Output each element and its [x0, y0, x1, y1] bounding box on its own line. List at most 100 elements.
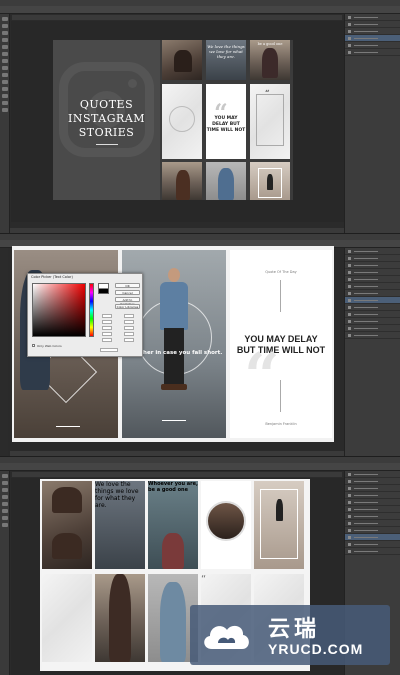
lasso-tool-icon[interactable] [1, 31, 8, 35]
hue-slider[interactable] [89, 283, 94, 337]
zoom-tool-icon[interactable] [1, 523, 8, 527]
story-thumb[interactable] [162, 40, 202, 80]
layer-row[interactable] [345, 513, 400, 520]
move-tool-icon[interactable] [1, 17, 8, 21]
tools-panel[interactable] [0, 14, 10, 233]
layer-row[interactable] [345, 297, 400, 304]
layer-row[interactable] [345, 520, 400, 527]
type-tool-icon[interactable] [1, 87, 8, 91]
color-field[interactable] [32, 283, 86, 337]
color-libraries-button[interactable]: Color Libraries [115, 304, 140, 309]
hue-field[interactable] [102, 314, 112, 318]
brightness-field[interactable] [102, 326, 112, 330]
story-thumb[interactable] [162, 162, 202, 200]
document-tab-bar[interactable] [12, 15, 342, 20]
layer-row[interactable] [345, 471, 400, 478]
options-bar[interactable] [0, 6, 400, 14]
layer-row[interactable] [345, 283, 400, 290]
layer-row[interactable] [345, 248, 400, 255]
story-thumb[interactable] [162, 84, 202, 159]
layer-row[interactable] [345, 318, 400, 325]
eraser-tool-icon[interactable] [1, 509, 8, 513]
cover-tile[interactable]: QUOTES INSTAGRAM STORIES [53, 40, 160, 200]
story-tile[interactable]: We love the things we love for what they… [95, 481, 145, 569]
layer-row[interactable] [345, 541, 400, 548]
layer-row[interactable] [345, 325, 400, 332]
eyedropper-tool-icon[interactable] [1, 45, 8, 49]
options-bar[interactable] [0, 463, 400, 471]
zoom-tool-icon[interactable] [1, 108, 8, 112]
brush-tool-icon[interactable] [1, 502, 8, 506]
story-tile[interactable]: Whoever you are, be a good one [148, 481, 198, 569]
marquee-tool-icon[interactable] [1, 481, 8, 485]
story-thumb[interactable] [206, 162, 246, 200]
story-thumb[interactable] [250, 162, 290, 200]
layer-row[interactable] [345, 21, 400, 28]
layer-row[interactable] [345, 276, 400, 283]
green-field[interactable] [102, 338, 112, 342]
red-field[interactable] [102, 332, 112, 336]
layer-row[interactable] [345, 304, 400, 311]
layer-row[interactable] [345, 492, 400, 499]
tools-panel[interactable] [0, 471, 10, 675]
layer-row[interactable] [345, 35, 400, 42]
layer-row[interactable] [345, 28, 400, 35]
layer-row[interactable] [345, 255, 400, 262]
hex-field[interactable] [100, 348, 118, 352]
layer-row[interactable] [345, 332, 400, 339]
layer-row[interactable] [345, 14, 400, 21]
layer-row[interactable] [345, 548, 400, 555]
layers-panel[interactable] [344, 248, 400, 456]
saturation-field[interactable] [102, 320, 112, 324]
marquee-tool-icon[interactable] [1, 24, 8, 28]
layers-panel[interactable] [344, 14, 400, 233]
cancel-button[interactable]: Cancel [115, 290, 140, 295]
layer-row[interactable] [345, 478, 400, 485]
layer-row[interactable] [345, 311, 400, 318]
b-field[interactable] [124, 326, 134, 330]
story-thumb[interactable]: We love the things we love for what they… [206, 40, 246, 80]
layer-row[interactable] [345, 534, 400, 541]
layer-row[interactable] [345, 527, 400, 534]
layer-row[interactable] [345, 269, 400, 276]
hand-tool-icon[interactable] [1, 101, 8, 105]
layer-row[interactable] [345, 290, 400, 297]
story-tile[interactable] [254, 481, 304, 569]
story-thumb[interactable]: be a good one [250, 40, 290, 80]
move-tool-icon[interactable] [1, 474, 8, 478]
gradient-tool-icon[interactable] [1, 73, 8, 77]
document-tab-bar[interactable] [12, 472, 342, 477]
story-card[interactable]: Quote Of The Day YOU MAY DELAY BUT TIME … [230, 250, 332, 438]
eraser-tool-icon[interactable] [1, 66, 8, 70]
layer-row[interactable] [345, 485, 400, 492]
shape-tool-icon[interactable] [1, 94, 8, 98]
story-thumb[interactable]: “ YOU MAY DELAY BUT TIME WILL NOT [206, 84, 246, 159]
story-tile[interactable] [42, 574, 92, 662]
layer-row[interactable] [345, 506, 400, 513]
ok-button[interactable]: OK [115, 283, 140, 288]
canvas-area[interactable]: m higher in case you fall short. Quote O… [8, 246, 350, 456]
color-picker-dialog[interactable]: Color Picker (Text Color) OK Cancel Add … [27, 273, 143, 357]
layer-row[interactable] [345, 42, 400, 49]
story-tile[interactable] [201, 481, 251, 569]
pen-tool-icon[interactable] [1, 80, 8, 84]
crop-tool-icon[interactable] [1, 38, 8, 42]
layer-row[interactable] [345, 262, 400, 269]
clone-tool-icon[interactable] [1, 59, 8, 63]
story-tile[interactable] [42, 481, 92, 569]
magenta-field[interactable] [124, 338, 134, 342]
layer-row[interactable] [345, 49, 400, 56]
cyan-field[interactable] [124, 332, 134, 336]
a-field[interactable] [124, 320, 134, 324]
brush-tool-icon[interactable] [1, 52, 8, 56]
type-tool-icon[interactable] [1, 516, 8, 520]
layer-row[interactable] [345, 499, 400, 506]
crop-tool-icon[interactable] [1, 495, 8, 499]
lasso-tool-icon[interactable] [1, 488, 8, 492]
lightness-field[interactable] [124, 314, 134, 318]
web-colors-checkbox[interactable] [32, 344, 35, 347]
add-to-swatches-button[interactable]: Add to Swatches [115, 297, 140, 306]
artboard[interactable]: QUOTES INSTAGRAM STORIES We love the thi… [53, 40, 293, 200]
canvas-area[interactable]: QUOTES INSTAGRAM STORIES We love the thi… [11, 21, 344, 222]
story-thumb[interactable]: “ [250, 84, 290, 159]
